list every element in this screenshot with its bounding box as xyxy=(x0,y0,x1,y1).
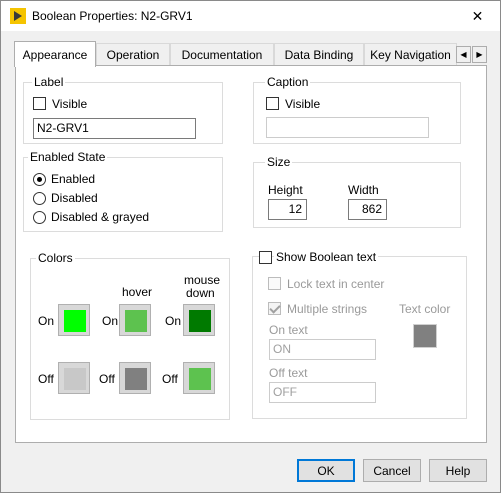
title-bar[interactable]: Boolean Properties: N2-GRV1 ✕ xyxy=(1,1,500,31)
chevron-right-icon: ▶ xyxy=(476,50,483,59)
tab-scroll-right-button[interactable]: ▶ xyxy=(472,46,487,63)
caption-visible-checkbox[interactable] xyxy=(266,97,279,110)
size-group-title: Size xyxy=(265,155,293,169)
on-hover-color-swatch[interactable] xyxy=(119,304,151,336)
tab-appearance[interactable]: Appearance xyxy=(14,41,96,67)
multiple-strings-label: Multiple strings xyxy=(287,302,368,316)
tab-documentation[interactable]: Documentation xyxy=(170,43,274,65)
label-visible-text: Visible xyxy=(52,97,88,111)
off-hover-color-fill xyxy=(125,368,147,390)
multiple-strings-checkbox[interactable] xyxy=(268,302,281,315)
ok-button-label: OK xyxy=(317,463,335,478)
radio-disabled-grayed-label: Disabled & grayed xyxy=(51,210,150,224)
colors-group: Colors hover mouse down On On On Off Off xyxy=(30,251,230,420)
off-color-swatch[interactable] xyxy=(58,362,90,394)
tab-operation[interactable]: Operation xyxy=(96,43,170,65)
radio-disabled[interactable] xyxy=(33,192,46,205)
on-hover-color-fill xyxy=(125,310,147,332)
tab-label: Data Binding xyxy=(284,47,354,62)
on-text-field[interactable]: ON xyxy=(269,339,376,360)
enabled-state-group: Enabled State Enabled Disabled Disabled … xyxy=(23,150,223,232)
text-color-label: Text color xyxy=(399,302,451,316)
tab-label: Operation xyxy=(106,47,160,62)
off-mouse-down-color-swatch[interactable] xyxy=(183,362,215,394)
close-icon: ✕ xyxy=(471,7,484,24)
tab-key-navigation[interactable]: Key Navigation xyxy=(364,43,457,65)
show-boolean-text-label: Show Boolean text xyxy=(274,250,379,264)
label-text-field[interactable]: N2-GRV1 xyxy=(33,118,196,139)
off-hover-row-label: Off xyxy=(99,372,115,386)
on-mouse-down-row-label: On xyxy=(165,314,182,328)
label-group-title: Label xyxy=(32,75,66,89)
off-hover-color-swatch[interactable] xyxy=(119,362,151,394)
caption-group: Caption Visible xyxy=(253,75,461,144)
tab-label: Appearance xyxy=(22,47,88,62)
off-mouse-down-color-fill xyxy=(189,368,211,390)
chevron-left-icon: ◀ xyxy=(460,50,467,59)
label-visible-checkbox[interactable] xyxy=(33,97,46,110)
mouse-down-column-label-line2: down xyxy=(186,286,215,300)
text-color-swatch[interactable] xyxy=(413,324,437,348)
on-text-label: On text xyxy=(269,323,308,337)
label-group: Label Visible N2-GRV1 xyxy=(23,75,223,144)
radio-disabled-grayed[interactable] xyxy=(33,211,46,224)
tab-label: Key Navigation xyxy=(370,47,451,62)
width-field[interactable]: 862 xyxy=(348,199,387,220)
cancel-button[interactable]: Cancel xyxy=(363,459,421,482)
help-button[interactable]: Help xyxy=(429,459,487,482)
help-button-label: Help xyxy=(445,463,471,478)
close-button[interactable]: ✕ xyxy=(455,1,500,31)
enabled-state-title: Enabled State xyxy=(28,150,108,164)
width-label: Width xyxy=(348,183,379,197)
caption-group-title: Caption xyxy=(265,75,311,89)
dialog-window: Boolean Properties: N2-GRV1 ✕ Appearance… xyxy=(0,0,501,493)
size-group: Size Height 12 Width 862 xyxy=(253,155,461,228)
on-color-fill xyxy=(64,310,86,332)
radio-disabled-label: Disabled xyxy=(51,191,98,205)
on-mouse-down-color-fill xyxy=(189,310,211,332)
on-row-label: On xyxy=(38,314,55,328)
off-text-label: Off text xyxy=(269,366,308,380)
off-text-field[interactable]: OFF xyxy=(269,382,376,403)
height-field[interactable]: 12 xyxy=(268,199,307,220)
ok-button[interactable]: OK xyxy=(297,459,355,482)
lock-text-center-label: Lock text in center xyxy=(287,277,385,291)
colors-group-title: Colors xyxy=(36,251,75,265)
tab-data-binding[interactable]: Data Binding xyxy=(274,43,364,65)
lock-text-center-checkbox[interactable] xyxy=(268,277,281,290)
tab-label: Documentation xyxy=(181,47,263,62)
mouse-down-column-label-line1: mouse xyxy=(184,273,221,287)
off-color-fill xyxy=(64,368,86,390)
radio-enabled-label: Enabled xyxy=(51,172,96,186)
cancel-button-label: Cancel xyxy=(373,463,411,478)
hover-column-label: hover xyxy=(122,285,153,299)
on-color-swatch[interactable] xyxy=(58,304,90,336)
height-label: Height xyxy=(268,183,303,197)
caption-visible-text: Visible xyxy=(285,97,321,111)
radio-enabled[interactable] xyxy=(33,173,46,186)
labview-app-icon xyxy=(10,8,26,24)
on-mouse-down-color-swatch[interactable] xyxy=(183,304,215,336)
appearance-panel: Label Visible N2-GRV1 Caption Visible En… xyxy=(15,65,487,443)
boolean-text-group: Show Boolean text Lock text in center Mu… xyxy=(252,250,467,419)
off-mouse-down-row-label: Off xyxy=(162,372,178,386)
caption-text-field[interactable] xyxy=(266,117,429,138)
window-title: Boolean Properties: N2-GRV1 xyxy=(32,9,193,23)
off-row-label: Off xyxy=(38,372,54,386)
text-color-fill xyxy=(414,325,436,347)
show-boolean-text-checkbox[interactable] xyxy=(259,251,272,264)
tab-scroll-left-button[interactable]: ◀ xyxy=(456,46,471,63)
on-hover-row-label: On xyxy=(102,314,119,328)
